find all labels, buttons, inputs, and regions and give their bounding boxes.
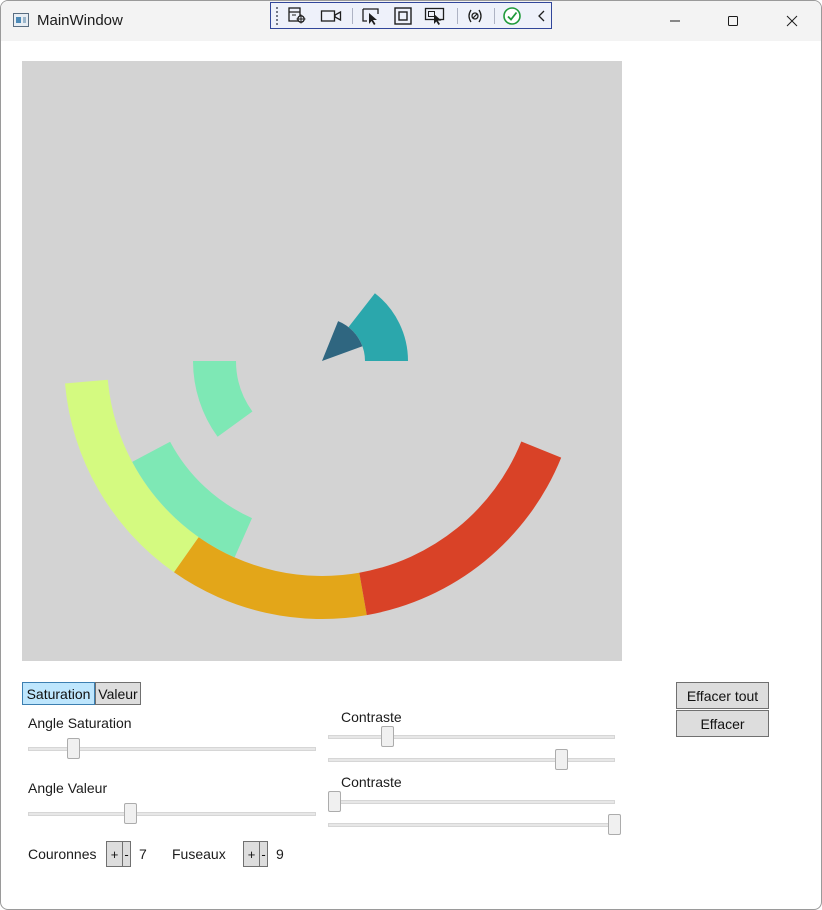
- main-window: MainWindow Saturation Valeur Angle Satur…: [0, 0, 822, 910]
- color-wheel-drawing: [65, 293, 562, 620]
- record-icon[interactable]: [319, 5, 343, 27]
- color-segment: [174, 537, 367, 620]
- toolbar-separator: [457, 8, 458, 24]
- select-element-icon[interactable]: [359, 5, 383, 27]
- minimize-button[interactable]: [646, 1, 704, 41]
- tab-valeur[interactable]: Valeur: [95, 682, 141, 705]
- contraste-1-low-slider-thumb[interactable]: [381, 726, 395, 747]
- clear-button[interactable]: Effacer: [676, 710, 769, 737]
- debug-toolbar: [270, 2, 552, 29]
- couronnes-label: Couronnes: [28, 846, 97, 862]
- maximize-icon: [728, 16, 738, 26]
- couronnes-minus-button[interactable]: -: [122, 841, 131, 867]
- fuseaux-plus-button[interactable]: +: [243, 841, 260, 867]
- color-segment: [359, 441, 562, 616]
- contraste-1-low-track[interactable]: [328, 735, 615, 739]
- display-layout-adorners-icon[interactable]: [391, 5, 415, 27]
- contraste-2-low-slider-thumb[interactable]: [328, 791, 341, 812]
- drawing-canvas[interactable]: [22, 61, 622, 661]
- contraste-1-high-track[interactable]: [328, 758, 615, 762]
- couronnes-plus-button[interactable]: +: [106, 841, 123, 867]
- maximize-button[interactable]: [704, 1, 762, 41]
- angle-saturation-slider-thumb[interactable]: [67, 738, 81, 759]
- close-button[interactable]: [763, 1, 821, 41]
- app-window-icon: [13, 13, 29, 27]
- angle-valeur-track[interactable]: [28, 812, 316, 816]
- contraste-2-high-slider-thumb[interactable]: [608, 814, 621, 835]
- color-segment: [348, 293, 408, 361]
- angle-valeur-slider-thumb[interactable]: [123, 803, 137, 824]
- clear-all-button[interactable]: Effacer tout: [676, 682, 769, 709]
- angle-valeur-label: Angle Valeur: [28, 780, 108, 796]
- live-visual-tree-icon[interactable]: [285, 5, 309, 27]
- window-title: MainWindow: [37, 12, 123, 29]
- hot-reload-icon[interactable]: [463, 5, 487, 27]
- color-segment: [193, 361, 253, 437]
- title-bar[interactable]: MainWindow: [1, 1, 821, 41]
- contraste-label-1: Contraste: [341, 709, 402, 725]
- collapse-toolbar-icon[interactable]: [530, 5, 554, 27]
- close-icon: [786, 15, 798, 27]
- hot-reload-status-icon[interactable]: [500, 5, 524, 27]
- fuseaux-minus-button[interactable]: -: [259, 841, 268, 867]
- track-focus-icon[interactable]: [423, 5, 447, 27]
- fuseaux-label: Fuseaux: [172, 846, 226, 862]
- toolbar-separator: [352, 8, 353, 24]
- tab-saturation[interactable]: Saturation: [22, 682, 95, 705]
- toolbar-separator: [494, 8, 495, 24]
- minimize-icon: [670, 20, 680, 22]
- fuseaux-value: 9: [276, 846, 284, 862]
- contraste-2-low-track[interactable]: [328, 800, 615, 804]
- couronnes-value: 7: [139, 846, 147, 862]
- angle-saturation-label: Angle Saturation: [28, 715, 132, 731]
- contraste-1-high-slider-thumb[interactable]: [554, 749, 568, 770]
- toolbar-grip[interactable]: [275, 6, 279, 25]
- contraste-label-2: Contraste: [341, 774, 402, 790]
- contraste-2-high-track[interactable]: [328, 823, 615, 827]
